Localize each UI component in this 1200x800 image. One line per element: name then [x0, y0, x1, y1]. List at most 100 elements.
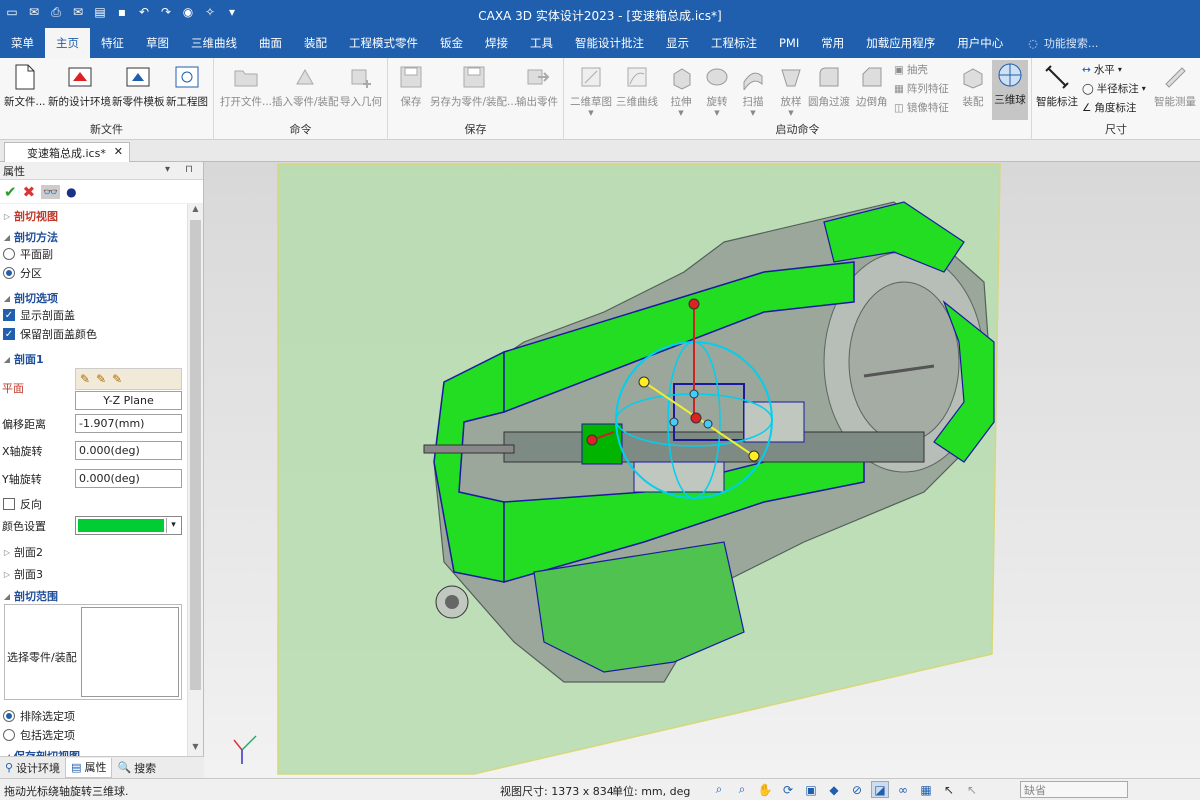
- zoom-icon[interactable]: ⌕: [710, 781, 728, 798]
- tab-pmi[interactable]: PMI: [768, 28, 810, 58]
- import-geometry-button[interactable]: 导入几何: [340, 62, 382, 109]
- feature-search[interactable]: ◌ 功能搜索...: [1028, 28, 1098, 58]
- rotate-icon[interactable]: ⟳: [779, 781, 797, 798]
- color-picker[interactable]: ▾: [75, 516, 182, 535]
- filter-icon[interactable]: ↖: [963, 781, 981, 798]
- plane1-header[interactable]: ◢ 剖面1: [0, 349, 186, 369]
- tab-sheet-metal[interactable]: 钣金: [429, 28, 474, 58]
- angle-dim-button[interactable]: ∠ 角度标注: [1082, 100, 1136, 115]
- ball-handle-yellow-2[interactable]: [748, 450, 760, 462]
- tab-home[interactable]: 主页: [45, 28, 90, 58]
- filter-dropdown[interactable]: 缺省: [1020, 781, 1128, 798]
- dot-icon[interactable]: ●: [66, 185, 76, 199]
- tab-3d-curve[interactable]: 三维曲线: [180, 28, 248, 58]
- tab-engineering-part[interactable]: 工程模式零件: [338, 28, 429, 58]
- ball-handle-red-left[interactable]: [586, 434, 598, 446]
- mirror-button[interactable]: ◫ 镜像特征: [894, 100, 949, 115]
- insert-part-button[interactable]: 插入零件/装配: [272, 62, 339, 109]
- ball-handle-blue-1[interactable]: [689, 389, 699, 399]
- export-part-button[interactable]: 输出零件: [516, 62, 558, 109]
- 3d-ball-button[interactable]: 三维球: [992, 60, 1028, 120]
- sketch-2d-button[interactable]: 二维草图 ▼: [570, 62, 612, 117]
- tab-design-env[interactable]: ⚲ 设计环境: [0, 758, 65, 778]
- glasses-icon[interactable]: ∞: [894, 781, 912, 798]
- pattern-button[interactable]: ▦ 阵列特征: [894, 81, 949, 96]
- ball-handle-blue-3[interactable]: [703, 419, 713, 429]
- render-mode-icon[interactable]: ◆: [825, 781, 843, 798]
- plane3-header[interactable]: ▷ 剖面3: [0, 564, 186, 584]
- method-plane-pair[interactable]: 平面副: [0, 244, 186, 264]
- pan-icon[interactable]: ✋: [756, 781, 774, 798]
- revolve-button[interactable]: 旋转 ▼: [702, 62, 732, 117]
- tab-tools[interactable]: 工具: [519, 28, 564, 58]
- tab-display[interactable]: 显示: [655, 28, 700, 58]
- selection-list[interactable]: [81, 607, 179, 697]
- tab-smart-annotation[interactable]: 智能设计批注: [564, 28, 655, 58]
- ball-handle-blue-2[interactable]: [669, 417, 679, 427]
- new-part-template-button[interactable]: 新零件模板: [112, 62, 165, 109]
- range-header[interactable]: ◢ 剖切范围: [0, 586, 186, 606]
- cursor-icon[interactable]: ↖: [940, 781, 958, 798]
- section-icon[interactable]: ⊘: [848, 781, 866, 798]
- extrude-button[interactable]: 拉伸 ▼: [666, 62, 696, 117]
- fillet-button[interactable]: 圆角过渡: [808, 62, 850, 109]
- chamfer-button[interactable]: 边倒角: [856, 62, 888, 109]
- ball-handle-red-top[interactable]: [688, 298, 700, 310]
- new-drawing-button[interactable]: 新工程图: [166, 62, 208, 109]
- tab-sketch[interactable]: 草图: [135, 28, 180, 58]
- y-rotation-input[interactable]: 0.000(deg): [75, 469, 182, 488]
- tab-menu[interactable]: 菜单: [0, 28, 45, 58]
- offset-distance-input[interactable]: -1.907(mm): [75, 414, 182, 433]
- cancel-icon[interactable]: ✖: [23, 183, 36, 201]
- plane2-header[interactable]: ▷ 剖面2: [0, 542, 186, 562]
- preview-icon[interactable]: 👓: [41, 184, 61, 199]
- plane-select-icon[interactable]: ✎: [80, 372, 90, 386]
- sweep-button[interactable]: 扫描 ▼: [738, 62, 768, 117]
- loft-button[interactable]: 放样 ▼: [776, 62, 806, 117]
- x-rotation-input[interactable]: 0.000(deg): [75, 441, 182, 460]
- new-design-env-button[interactable]: 新的设计环境: [48, 62, 111, 109]
- method-partition[interactable]: 分区: [0, 263, 186, 283]
- keep-cap-color-checkbox[interactable]: ✓ 保留剖面盖颜色: [0, 324, 186, 344]
- plane-value-field[interactable]: Y-Z Plane: [75, 391, 182, 410]
- plane-edit-icon[interactable]: ✎: [96, 372, 106, 386]
- save-button[interactable]: 保存: [396, 62, 426, 109]
- open-file-button[interactable]: 打开文件...: [220, 62, 272, 109]
- tab-surface[interactable]: 曲面: [248, 28, 293, 58]
- zoom-window-icon[interactable]: ⌕: [733, 781, 751, 798]
- radius-dim-button[interactable]: ◯ 半径标注 ▾: [1082, 81, 1146, 96]
- scroll-up-icon[interactable]: ▲: [188, 204, 203, 218]
- horizontal-dim-button[interactable]: ↔ 水平 ▾: [1082, 62, 1122, 77]
- scroll-thumb[interactable]: [190, 220, 201, 690]
- tab-common[interactable]: 常用: [810, 28, 855, 58]
- section-view-header[interactable]: ▷ 剖切视图: [0, 206, 186, 226]
- sketch-view-icon[interactable]: ◪: [871, 781, 889, 798]
- 3d-viewport[interactable]: [204, 162, 1200, 778]
- close-icon[interactable]: ✕: [114, 145, 123, 158]
- smart-measure-button[interactable]: 智能测量: [1154, 62, 1196, 109]
- tab-features[interactable]: 特征: [90, 28, 135, 58]
- reverse-checkbox[interactable]: 反向: [0, 494, 186, 514]
- tab-properties[interactable]: ▤ 属性: [65, 757, 113, 778]
- plane-flip-icon[interactable]: ✎: [112, 372, 122, 386]
- ball-center[interactable]: [690, 412, 702, 424]
- tab-user-center[interactable]: 用户中心: [946, 28, 1014, 58]
- tab-drawing-annotation[interactable]: 工程标注: [700, 28, 768, 58]
- save-view-header[interactable]: ◢保存剖切视图: [0, 746, 186, 756]
- confirm-icon[interactable]: ✔: [4, 183, 17, 201]
- feature-search-input[interactable]: 功能搜索...: [1044, 35, 1099, 51]
- tab-assembly[interactable]: 装配: [293, 28, 338, 58]
- document-tab[interactable]: 变速箱总成.ics* ✕: [4, 142, 130, 162]
- standard-views-icon[interactable]: ▦: [917, 781, 935, 798]
- chevron-down-icon[interactable]: ▾: [166, 518, 180, 533]
- new-file-button[interactable]: 新文件...: [4, 62, 46, 109]
- scroll-down-icon[interactable]: ▼: [188, 742, 203, 756]
- show-cap-checkbox[interactable]: ✓ 显示剖面盖: [0, 305, 186, 325]
- smart-dimension-button[interactable]: 智能标注: [1036, 62, 1078, 109]
- panel-pin-icon[interactable]: ▾ ⊓: [165, 164, 199, 175]
- panel-scrollbar[interactable]: ▲ ▼: [187, 204, 203, 756]
- tab-weld[interactable]: 焊接: [474, 28, 519, 58]
- tab-search[interactable]: 🔍 搜索: [112, 758, 161, 778]
- assembly-button[interactable]: 装配: [958, 62, 988, 109]
- include-selected-radio[interactable]: 包括选定项: [0, 725, 186, 745]
